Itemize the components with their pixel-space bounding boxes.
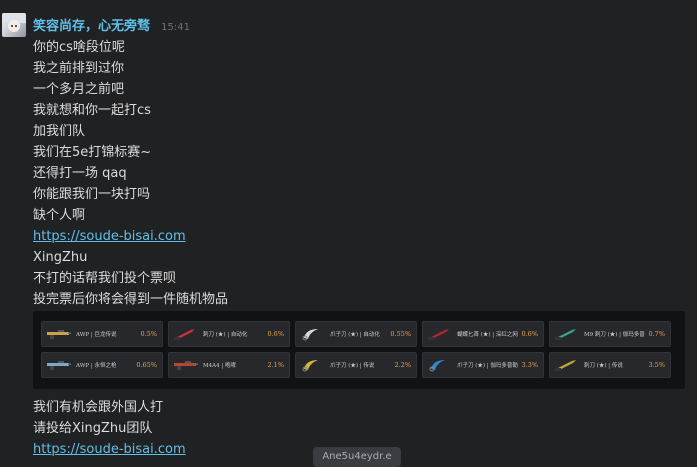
message-line: XingZhu — [33, 250, 88, 265]
skin-drop-rate: 0.6% — [521, 330, 538, 338]
message-line: 请投给XingZhu团队 — [33, 421, 153, 436]
awp-rifle-icon — [46, 327, 72, 341]
message-line: 不打的话帮我们投个票呗 — [33, 271, 177, 286]
skin-name: 蝴蝶匕首 (★) | 深红之网 — [457, 332, 518, 338]
skin-drop-rate: 3.3% — [521, 361, 538, 369]
message-line: 我们在5e打锦标赛~ — [33, 145, 152, 160]
skin-name: M4A4 | 咆哮 — [203, 363, 236, 369]
karambit-knife-icon — [427, 358, 453, 372]
skin-row: AWP | 巨龙传说 0.5% 刺刀 (★) | 自动化 0.6% 爪子刀 (★) | … — [41, 321, 675, 347]
skin-name: M9 刺刀 (★) | 伽玛多普勒 — [584, 332, 646, 338]
skin-name: 刺刀 (★) | 自动化 — [203, 332, 248, 338]
skin-drop-rate: 0.5% — [140, 330, 157, 338]
skin-item[interactable]: 爪子刀 (★) | 自动化 0.55% — [295, 321, 417, 347]
avatar-eye — [11, 25, 13, 27]
skin-item[interactable]: 爪子刀 (★) | 传说 2.2% — [295, 352, 417, 378]
skin-drop-rate: 0.6% — [267, 330, 284, 338]
author-name[interactable]: 笑容尚存，心无旁骛 — [33, 19, 150, 34]
skin-embed: AWP | 巨龙传说 0.5% 刺刀 (★) | 自动化 0.6% 爪子刀 (★) | … — [33, 311, 685, 389]
avatar-eye — [15, 25, 17, 27]
karambit-knife-icon — [300, 327, 326, 341]
skin-drop-rate: 0.7% — [648, 330, 665, 338]
message-line: 缺个人啊 — [33, 208, 86, 223]
skin-name: 爪子刀 (★) | 传说 — [330, 363, 375, 369]
skin-item[interactable]: 刺刀 (★) | 传说 3.5% — [549, 352, 671, 378]
message-header: 笑容尚存，心无旁骛 15:41 — [33, 15, 190, 35]
skin-drop-rate: 2.1% — [267, 361, 284, 369]
awp-rifle-icon — [46, 358, 72, 372]
skin-name: AWP | 永恒之枪 — [76, 363, 117, 369]
message-line: 还得打一场 qaq — [33, 166, 127, 181]
message-line: 你的cs啥段位呢 — [33, 40, 125, 55]
message-timestamp: 15:41 — [161, 22, 190, 33]
message-link[interactable]: https://soude-bisai.com — [33, 226, 673, 247]
avatar-face — [8, 20, 20, 32]
skin-name: 爪子刀 (★) | 伽玛多普勒 — [457, 363, 518, 369]
skin-name: 爪子刀 (★) | 自动化 — [330, 332, 380, 338]
user-avatar[interactable] — [2, 13, 26, 37]
hover-tooltip: Ane5u4eydr.e — [313, 447, 401, 467]
bayonet-knife-icon — [554, 358, 580, 372]
m4a4-rifle-icon — [173, 358, 199, 372]
message-line: 一个多月之前吧 — [33, 82, 125, 97]
message-line: 投完票后你将会得到一件随机物品 — [33, 292, 229, 307]
message-line: 我之前排到过你 — [33, 61, 125, 76]
message-line: 我们有机会跟外国人打 — [33, 400, 164, 415]
message-line: 你能跟我们一块打吗 — [33, 187, 151, 202]
skin-name: AWP | 巨龙传说 — [76, 332, 117, 338]
skin-item[interactable]: 爪子刀 (★) | 伽玛多普勒 3.3% — [422, 352, 544, 378]
message-line: 我就想和你一起打cs — [33, 103, 151, 118]
skin-name: 刺刀 (★) | 传说 — [584, 363, 623, 369]
skin-drop-rate: 3.5% — [648, 361, 665, 369]
skin-drop-rate: 2.2% — [394, 361, 411, 369]
skin-drop-rate: 0.55% — [390, 330, 411, 338]
skin-item[interactable]: AWP | 永恒之枪 0.65% — [41, 352, 163, 378]
skin-item[interactable]: M9 刺刀 (★) | 伽玛多普勒 0.7% — [549, 321, 671, 347]
skin-item[interactable]: M4A4 | 咆哮 2.1% — [168, 352, 290, 378]
skin-grid: AWP | 巨龙传说 0.5% 刺刀 (★) | 自动化 0.6% 爪子刀 (★) | … — [41, 321, 675, 383]
skin-row: AWP | 永恒之枪 0.65% M4A4 | 咆哮 2.1% 爪子刀 (★) | 传说… — [41, 352, 675, 378]
m9-bayonet-icon — [554, 327, 580, 341]
bayonet-knife-icon — [173, 327, 199, 341]
skin-item[interactable]: AWP | 巨龙传说 0.5% — [41, 321, 163, 347]
message-line: 加我们队 — [33, 124, 86, 139]
skin-item[interactable]: 蝴蝶匕首 (★) | 深红之网 0.6% — [422, 321, 544, 347]
butterfly-knife-icon — [427, 327, 453, 341]
skin-drop-rate: 0.65% — [136, 361, 157, 369]
skin-item[interactable]: 刺刀 (★) | 自动化 0.6% — [168, 321, 290, 347]
karambit-knife-icon — [300, 358, 326, 372]
message-group: 你的cs啥段位呢 我之前排到过你 一个多月之前吧我就想和你一起打cs 加我们队我们在5… — [33, 37, 673, 310]
